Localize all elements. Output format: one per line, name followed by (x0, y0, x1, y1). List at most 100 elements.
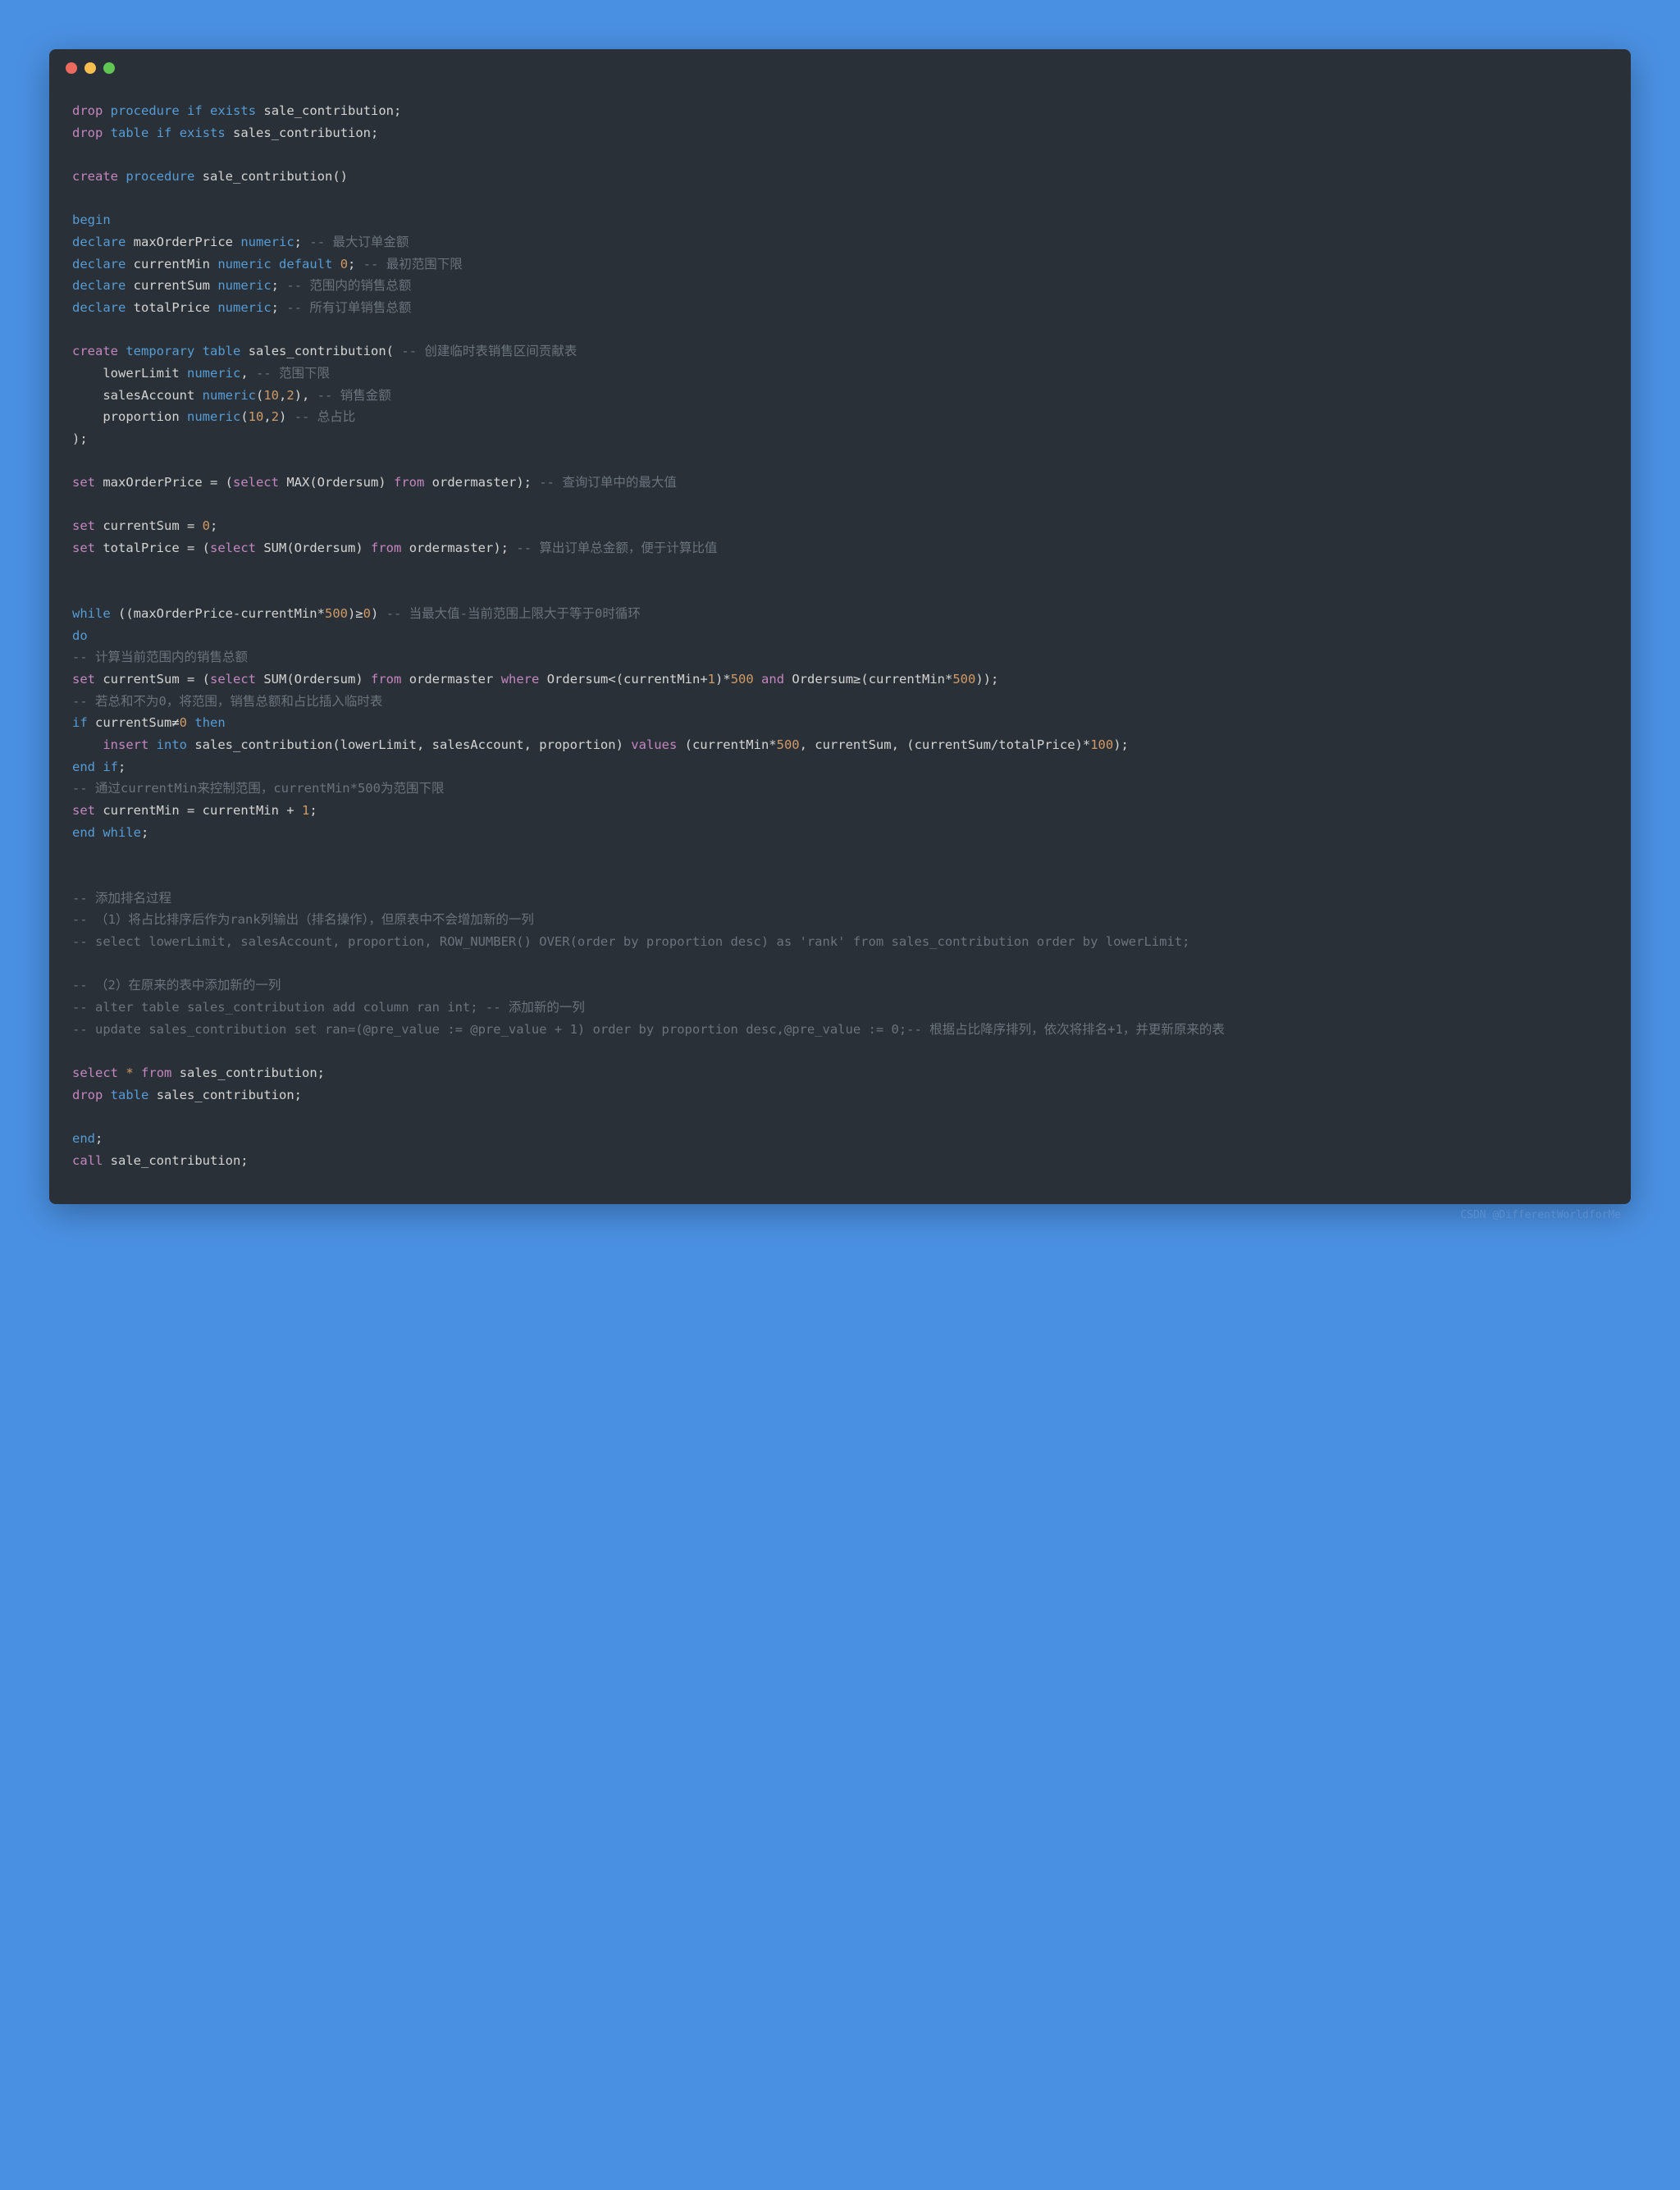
number: 2 (272, 409, 279, 424)
close-icon[interactable] (66, 62, 77, 74)
kw-if: if (187, 103, 203, 118)
kw-where: where (501, 672, 540, 687)
kw-select: select (210, 672, 256, 687)
kw-create: create (72, 344, 118, 358)
punct: ; (272, 300, 279, 315)
kw-procedure: procedure (111, 103, 180, 118)
ident: , currentSum, (currentSum/totalPrice)* (800, 737, 1091, 752)
kw-numeric: numeric (240, 235, 294, 249)
ident: sale_contribution; (263, 103, 401, 118)
ident: SUM(Ordersum) (263, 672, 363, 687)
ident: ordermaster); (409, 541, 509, 555)
punct: ; (95, 1131, 103, 1146)
ident: sales_contribution(lowerLimit, salesAcco… (194, 737, 623, 752)
kw-then: then (194, 715, 225, 730)
punct: ; (210, 518, 217, 533)
ident: lowerLimit (103, 366, 179, 381)
ident: currentSum (134, 278, 210, 293)
ident: )* (715, 672, 731, 687)
ident: sale_contribution() (203, 169, 348, 184)
number: 10 (249, 409, 264, 424)
punct: ; (348, 257, 355, 271)
code-content: drop procedure if exists sale_contributi… (49, 80, 1631, 1204)
number: 1 (708, 672, 715, 687)
ident: MAX(Ordersum) (286, 475, 386, 490)
kw-if: if (72, 715, 88, 730)
kw-create: create (72, 169, 118, 184)
ident: (currentMin* (685, 737, 777, 752)
ident: totalPrice (134, 300, 210, 315)
kw-from: from (141, 1065, 171, 1080)
kw-set: set (72, 475, 95, 490)
star: * (126, 1065, 133, 1080)
kw-numeric: numeric (217, 300, 271, 315)
ident: currentSum = (103, 518, 194, 533)
kw-exists: exists (180, 125, 226, 140)
kw-from: from (371, 541, 401, 555)
maximize-icon[interactable] (103, 62, 115, 74)
kw-exists: exists (210, 103, 256, 118)
kw-table: table (111, 1088, 149, 1102)
ident: sales_contribution( (249, 344, 394, 358)
kw-declare: declare (72, 257, 126, 271)
number: 0 (203, 518, 210, 533)
comment: -- （2）在原来的表中添加新的一列 (72, 978, 281, 992)
punct: ; (294, 235, 302, 249)
ident: proportion (103, 409, 179, 424)
ident: ) (371, 606, 378, 621)
comment: -- 最大订单金额 (309, 235, 409, 249)
punct: ; (309, 803, 317, 818)
comment: -- 查询订单中的最大值 (539, 475, 677, 490)
punct: ) (279, 409, 286, 424)
kw-from: from (371, 672, 401, 687)
ident: currentSum≠ (95, 715, 180, 730)
punct: , (279, 388, 286, 403)
ident: currentSum = ( (103, 672, 210, 687)
kw-default: default (279, 257, 332, 271)
punct: ; (118, 760, 126, 774)
kw-end: end (72, 825, 95, 840)
kw-drop: drop (72, 125, 103, 140)
number: 500 (325, 606, 348, 621)
comment: -- 通过currentMin来控制范围，currentMin*500为范围下限 (72, 781, 444, 796)
kw-if: if (157, 125, 172, 140)
kw-do: do (72, 628, 88, 643)
ident: SUM(Ordersum) (263, 541, 363, 555)
ident: ordermaster (409, 672, 494, 687)
kw-select: select (210, 541, 256, 555)
ident: sales_contribution; (180, 1065, 325, 1080)
ident: salesAccount (103, 388, 194, 403)
number: 500 (731, 672, 754, 687)
number: 1 (302, 803, 309, 818)
ident: maxOrderPrice = ( (103, 475, 233, 490)
comment: -- 计算当前范围内的销售总额 (72, 650, 248, 664)
ident: Ordersum≥(currentMin* (792, 672, 952, 687)
number: 100 (1090, 737, 1113, 752)
kw-and: and (761, 672, 784, 687)
code-window: drop procedure if exists sale_contributi… (49, 49, 1631, 1204)
ident: ordermaster); (432, 475, 532, 490)
kw-procedure: procedure (126, 169, 194, 184)
kw-drop: drop (72, 1088, 103, 1102)
ident: totalPrice = ( (103, 541, 210, 555)
punct: ; (272, 278, 279, 293)
punct: ); (72, 431, 88, 446)
kw-declare: declare (72, 278, 126, 293)
kw-select: select (72, 1065, 118, 1080)
kw-declare: declare (72, 235, 126, 249)
kw-from: from (394, 475, 424, 490)
kw-end: end (72, 760, 95, 774)
ident: sale_contribution; (111, 1153, 249, 1168)
number: 0 (363, 606, 371, 621)
comment: -- 总占比 (294, 409, 356, 424)
punct: , (240, 366, 248, 381)
comment: -- 范围下限 (256, 366, 330, 381)
kw-while: while (72, 606, 111, 621)
kw-table: table (111, 125, 149, 140)
kw-set: set (72, 541, 95, 555)
comment: -- （1）将占比排序后作为rank列输出（排名操作），但原表中不会增加新的一列 (72, 912, 534, 927)
comment: -- 范围内的销售总额 (286, 278, 411, 293)
comment: -- 销售金额 (317, 388, 391, 403)
minimize-icon[interactable] (84, 62, 96, 74)
kw-numeric: numeric (217, 278, 271, 293)
